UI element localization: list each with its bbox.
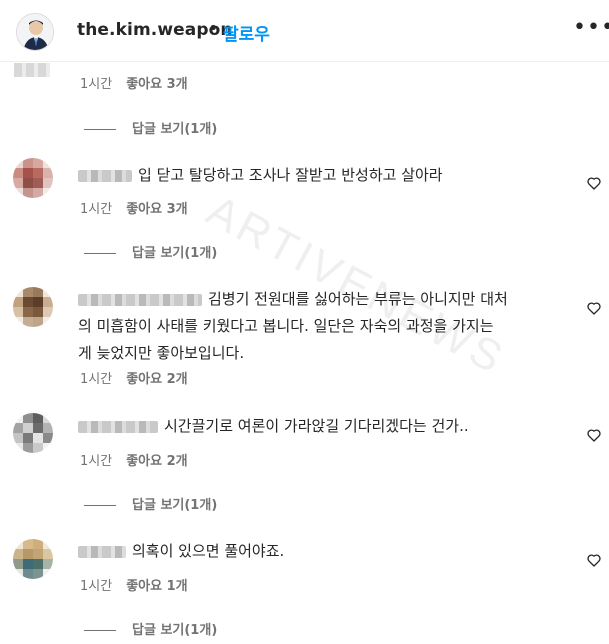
comment-text: 시간끌기로 여론이 가라앉길 기다리겠다는 건가.. <box>78 413 578 440</box>
view-replies-label: 답글 보기(1개) <box>132 498 218 513</box>
comment-body-line: 게 늦었지만 좋아보입니다. <box>78 344 245 362</box>
heart-outline-icon[interactable] <box>586 552 602 568</box>
view-replies-button[interactable]: 답글 보기(1개) <box>84 118 217 137</box>
comment-time: 1시간 <box>80 77 113 92</box>
blurred-username <box>78 420 158 433</box>
heart-outline-icon[interactable] <box>586 427 602 443</box>
more-options-icon[interactable]: ••• <box>573 15 609 40</box>
comment-time: 1시간 <box>80 372 113 387</box>
heart-outline-icon[interactable] <box>586 300 602 316</box>
comment-meta: 1시간 좋아요 2개 <box>80 450 188 469</box>
replies-divider <box>84 505 116 506</box>
comment-time: 1시간 <box>80 579 113 594</box>
comment-time: 1시간 <box>80 454 113 469</box>
comment-body: 의혹이 있으면 풀어야죠. <box>132 542 285 560</box>
comment-body: 입 닫고 탈당하고 조사나 잘받고 반성하고 살아라 <box>138 166 443 184</box>
comment-likes[interactable]: 좋아요 2개 <box>126 454 187 469</box>
replies-divider <box>84 253 116 254</box>
blurred-avatar <box>14 63 50 77</box>
view-replies-button[interactable]: 답글 보기(1개) <box>84 242 217 261</box>
comment-text: 입 닫고 탈당하고 조사나 잘받고 반성하고 살아라 <box>78 162 578 189</box>
heart-outline-icon[interactable] <box>586 175 602 191</box>
comment-likes[interactable]: 좋아요 1개 <box>126 579 187 594</box>
comment-body: 시간끌기로 여론이 가라앉길 기다리겠다는 건가.. <box>164 417 469 435</box>
comment-avatar[interactable] <box>13 539 53 579</box>
replies-divider <box>84 630 116 631</box>
view-replies-label: 답글 보기(1개) <box>132 623 218 638</box>
comment-avatar[interactable] <box>13 158 53 198</box>
comment-likes[interactable]: 좋아요 3개 <box>126 202 187 217</box>
comment-body-line: 의 미흡함이 사태를 키웠다고 봅니다. 일단은 자숙의 과정을 가지는 <box>78 317 494 335</box>
post-header: the.kim.weapon • 팔로우 ••• <box>0 0 609 62</box>
blurred-username <box>78 169 132 182</box>
blurred-username <box>78 545 126 558</box>
view-replies-button[interactable]: 답글 보기(1개) <box>84 494 217 513</box>
comment-meta: 1시간 좋아요 3개 <box>80 198 188 217</box>
follow-button[interactable]: 팔로우 <box>223 20 270 45</box>
comment-avatar[interactable] <box>13 413 53 453</box>
comment-time: 1시간 <box>80 202 113 217</box>
comment-meta: 1시간 좋아요 3개 <box>80 73 188 92</box>
profile-avatar[interactable] <box>16 13 54 51</box>
view-replies-label: 답글 보기(1개) <box>132 246 218 261</box>
comment-avatar[interactable] <box>13 287 53 327</box>
comment-text: 의혹이 있으면 풀어야죠. <box>78 538 578 565</box>
replies-divider <box>84 129 116 130</box>
view-replies-button[interactable]: 답글 보기(1개) <box>84 619 217 638</box>
comment-meta: 1시간 좋아요 2개 <box>80 368 188 387</box>
comment-meta: 1시간 좋아요 1개 <box>80 575 188 594</box>
separator-dot: • <box>208 18 219 39</box>
blurred-username <box>78 293 202 306</box>
comment-likes[interactable]: 좋아요 2개 <box>126 372 187 387</box>
view-replies-label: 답글 보기(1개) <box>132 122 218 137</box>
comment-body: 김병기 전원대를 싫어하는 부류는 아니지만 대처 <box>208 290 508 308</box>
comment-text: 김병기 전원대를 싫어하는 부류는 아니지만 대처 의 미흡함이 사태를 키웠다… <box>78 286 578 367</box>
comment-likes[interactable]: 좋아요 3개 <box>126 77 187 92</box>
